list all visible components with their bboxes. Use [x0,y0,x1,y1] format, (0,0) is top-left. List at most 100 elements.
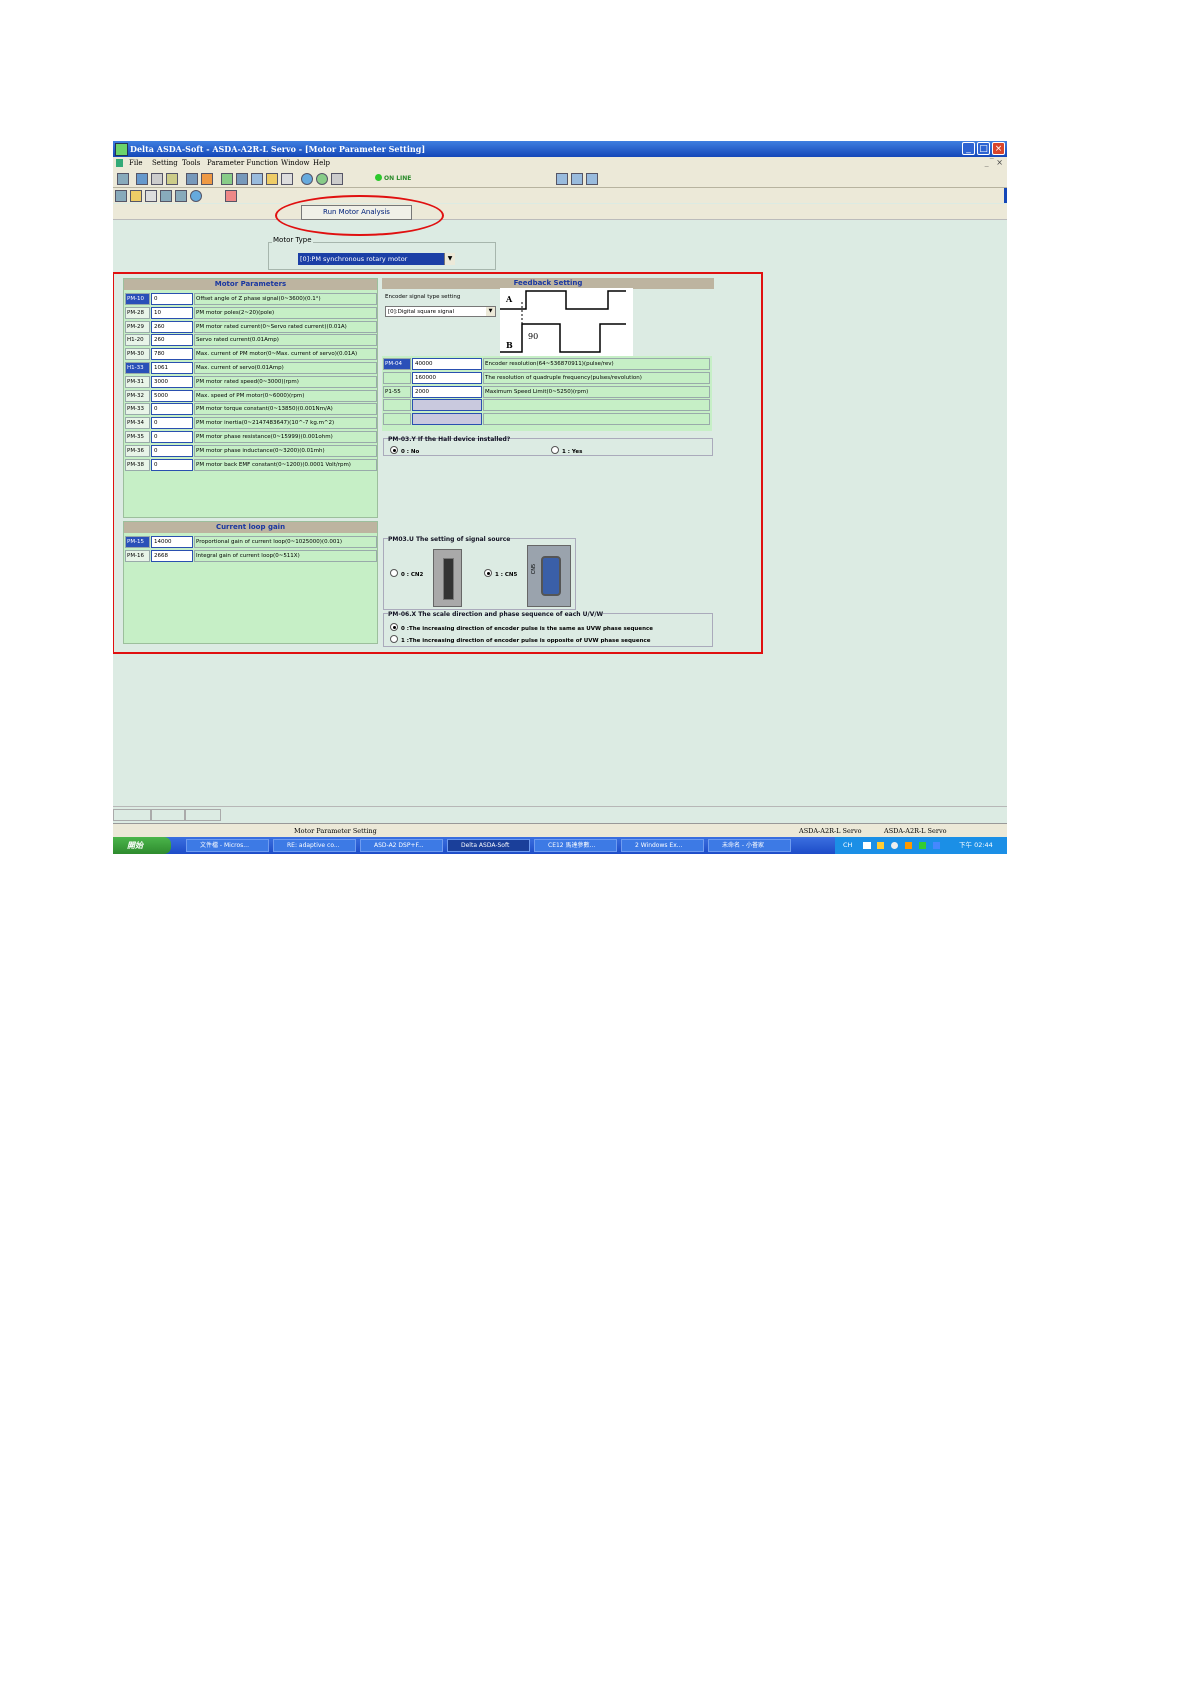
hand-icon[interactable] [266,173,278,185]
new-file-icon[interactable] [145,190,157,202]
param-code: PM-10 [125,293,150,305]
language-indicator[interactable]: CH [843,837,852,854]
param-value-input[interactable]: 14000 [151,536,193,548]
save-params-icon[interactable] [115,190,127,202]
chevron-down-icon[interactable]: ▼ [486,307,495,316]
param-description: PM motor rated current(0~Servo rated cur… [194,320,377,333]
window-title: Delta ASDA-Soft - ASDA-A2R-L Servo - [Mo… [130,144,426,154]
write-icon[interactable] [175,190,187,202]
menu-help[interactable]: Help [313,159,330,167]
param-value-input[interactable]: 2668 [151,549,193,562]
settings-icon[interactable] [151,173,163,185]
current-loop-panel: Current loop gain PM-15 14000 Proportional… [123,521,378,644]
tuning-icon[interactable] [251,173,263,185]
param-code: PM-29 [125,320,150,333]
keyboard-icon[interactable] [863,842,871,849]
online-indicator-icon [375,174,382,181]
tile-horizontal-icon[interactable] [571,173,583,185]
volume-icon[interactable] [891,842,898,849]
param-value-input[interactable]: 780 [151,348,193,361]
param-value-input[interactable]: 260 [151,334,193,347]
horizontal-scrollbar[interactable] [113,806,1007,823]
connect-icon[interactable] [331,173,343,185]
param-value-input[interactable]: 3000 [151,375,193,388]
chart-icon[interactable] [236,173,248,185]
jog-icon[interactable] [221,173,233,185]
param-value-input[interactable] [412,399,482,412]
help-tray-icon[interactable] [877,842,884,849]
cascade-icon[interactable] [556,173,568,185]
scope-icon[interactable] [186,173,198,185]
action-bar: Run Motor Analysis [113,204,1007,220]
info-icon[interactable] [316,173,328,185]
param-value-input[interactable]: 10 [151,306,193,319]
param-description: Max. speed of PM motor(0~6000)(rpm) [194,389,377,402]
taskbar-item-email[interactable]: RE: adaptive co... [273,839,356,852]
tile-vertical-icon[interactable] [586,173,598,185]
online-label: ON LINE [384,175,412,182]
mdi-controls[interactable]: _ ̅ × [985,158,1003,167]
param-value-input[interactable]: 40000 [412,358,482,370]
param-value-input[interactable]: 0 [151,444,193,457]
taskbar-item-explorer[interactable]: 2 Windows Ex... [621,839,704,852]
param-value-input[interactable]: 2000 [412,385,482,398]
motor-type-select[interactable]: [0]:PM synchronous rotary motor ▼ [298,253,455,265]
taskbar-item-asda-soft[interactable]: Delta ASDA-Soft [447,839,530,852]
param-description: PM motor phase resistance(0~15999)(0.001… [194,431,377,443]
param-value-input[interactable]: 160000 [412,371,482,384]
param-value-input[interactable]: 0 [151,458,193,471]
hall-option-yes[interactable]: 1 : Yes [551,446,582,455]
param-description [483,399,710,412]
param-value-input[interactable]: 0 [151,403,193,416]
param-value-input[interactable]: 0 [151,431,193,443]
param-description: Max. current of servo(0.01Amp) [194,362,377,374]
security-icon[interactable] [905,842,912,849]
maximize-button[interactable]: □ [977,142,990,155]
param-value-input[interactable]: 0 [151,293,193,305]
param-value-input[interactable]: 0 [151,417,193,430]
taskbar-item-word[interactable]: 文件檔 - Micros... [186,839,269,852]
minimize-button[interactable]: _ [962,142,975,155]
param-value-input[interactable]: 1061 [151,362,193,374]
signal-source-cn2[interactable]: 0 : CN2 [390,569,423,578]
signal-source-cn5[interactable]: 1 : CN5 [484,569,517,578]
taskbar-item-dsp[interactable]: ASD-A2 DSP+F... [360,839,443,852]
param-description: Servo rated current(0.01Amp) [194,334,377,347]
param-value-input[interactable]: 260 [151,320,193,333]
reset-icon[interactable] [225,190,237,202]
quadrature-waveform-diagram: A B 90 [500,288,633,358]
hall-option-no[interactable]: 0 : No [390,446,419,455]
param-description: PM motor inertia(0~2147483647)(10^-7 kg.… [194,417,377,430]
hall-option-no-label: 0 : No [401,449,420,455]
messenger-icon[interactable] [933,842,940,849]
help-icon[interactable] [301,173,313,185]
taskbar-item-paint[interactable]: 未命名 - 小畨家 [708,839,791,852]
open-file-icon[interactable] [130,190,142,202]
direction-option-0[interactable]: 0 :The increasing direction of encoder p… [390,623,653,632]
menu-file[interactable]: File [129,159,142,167]
network-icon[interactable] [919,842,926,849]
start-button[interactable]: 開始 [113,837,171,854]
close-button[interactable]: × [992,142,1005,155]
param-value-input[interactable]: 5000 [151,389,193,402]
param-code: PM-31 [125,375,150,388]
encoder-type-select[interactable]: [0]:Digital square signal ▼ [385,306,496,317]
monitor-icon[interactable] [136,173,148,185]
taskbar-item-ce12[interactable]: CE12 馬達參數... [534,839,617,852]
menu-window[interactable]: Window [281,159,310,167]
window-help-icon[interactable] [190,190,202,202]
taskbar: 開始 文件檔 - Micros... RE: adaptive co... AS… [113,837,1007,854]
chevron-down-icon[interactable]: ▼ [444,253,455,265]
menu-tools[interactable]: Tools [182,159,200,167]
tool-icon[interactable] [281,173,293,185]
param-description: Proportional gain of current loop(0~1025… [194,536,377,548]
person-icon[interactable] [166,173,178,185]
read-icon[interactable] [160,190,172,202]
save-icon[interactable] [117,173,129,185]
title-bar[interactable]: Delta ASDA-Soft - ASDA-A2R-L Servo - [Mo… [113,141,1007,157]
menu-setting[interactable]: Setting [152,159,178,167]
menu-parameter-function[interactable]: Parameter Function [207,159,278,167]
alarm-icon[interactable] [201,173,213,185]
param-value-input[interactable] [412,413,482,426]
direction-option-1[interactable]: 1 :The increasing direction of encoder p… [390,635,650,644]
